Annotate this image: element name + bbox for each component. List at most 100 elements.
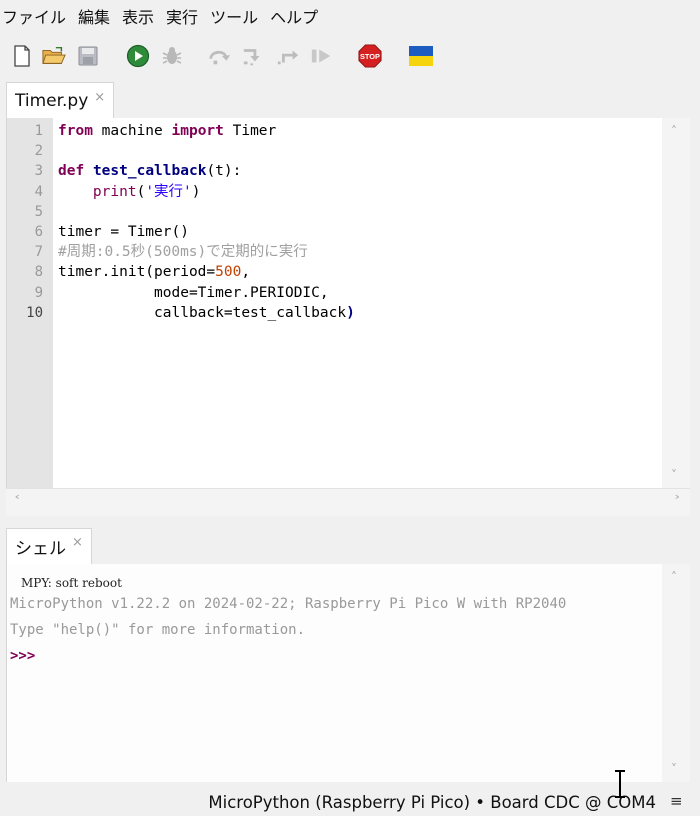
svg-text:STOP: STOP — [360, 52, 380, 61]
code-line[interactable] — [58, 202, 355, 222]
code-token: timer.init(period= — [58, 264, 216, 281]
menu-view[interactable]: 表示 — [122, 4, 160, 28]
close-icon[interactable]: × — [94, 90, 105, 105]
scroll-down-icon[interactable]: ˅ — [671, 762, 677, 776]
step-out-button[interactable] — [276, 44, 300, 68]
step-into-button[interactable] — [242, 44, 266, 68]
editor-tab-strip: Timer.py × — [0, 82, 700, 119]
code-token: mode=Timer.PERIODIC, — [58, 284, 329, 301]
stop-icon: STOP — [358, 44, 382, 68]
line-number: 3 — [34, 163, 43, 180]
toolbar: STOP — [0, 38, 700, 74]
tab-label: シェル — [15, 539, 66, 559]
scroll-left-icon[interactable]: ˂ — [14, 495, 21, 510]
code-token: Timer — [223, 123, 277, 139]
code-token: #周期:0.5秒(500ms)で定期的に実行 — [58, 244, 308, 261]
tab-label: Timer.py — [15, 91, 89, 111]
save-icon — [78, 46, 98, 66]
code-token: test_callback — [92, 163, 207, 180]
code-token: callback=test_callback — [58, 304, 347, 321]
scroll-up-icon[interactable]: ˄ — [671, 124, 677, 138]
code-token: print — [92, 183, 137, 200]
code-line[interactable]: timer = Timer() — [58, 222, 355, 242]
hamburger-menu-icon[interactable]: ≡ — [670, 792, 683, 810]
micropython-banner: MicroPython v1.22.2 on 2024-02-22; Raspb… — [10, 596, 567, 612]
new-file-icon — [14, 45, 30, 67]
code-token: 500 — [215, 264, 242, 281]
code-token: ) — [346, 304, 355, 321]
scroll-up-icon[interactable]: ˄ — [671, 570, 677, 584]
code-line[interactable]: #周期:0.5秒(500ms)で定期的に実行 — [58, 242, 355, 262]
step-out-icon — [277, 50, 299, 65]
scroll-right-icon[interactable]: ˃ — [674, 495, 681, 510]
line-number: 10 — [26, 304, 43, 321]
help-hint: Type "help()" for more information. — [10, 622, 306, 638]
ukraine-flag-button[interactable] — [408, 44, 434, 68]
ukraine-flag-icon — [409, 46, 433, 66]
save-button[interactable] — [76, 44, 100, 68]
shell-vertical-scrollbar[interactable]: ˄ ˅ — [662, 564, 690, 782]
code-line[interactable]: def test_callback(t): — [58, 161, 355, 181]
close-icon[interactable]: × — [72, 535, 83, 550]
editor-vertical-scrollbar[interactable]: ˄ ˅ — [662, 118, 690, 488]
code-token: import — [171, 123, 224, 139]
code-editor[interactable]: 1 2 3 4 5 6 7 8 9 10 from machine import Timer de… — [6, 118, 662, 488]
code-line[interactable] — [58, 141, 355, 161]
line-number-gutter: 1 2 3 4 5 6 7 8 9 10 — [7, 118, 53, 488]
code-token: timer = Timer() — [58, 223, 189, 240]
new-file-button[interactable] — [10, 44, 34, 68]
line-number: 7 — [34, 244, 43, 261]
code-token: ( — [136, 183, 146, 200]
line-number: 2 — [34, 143, 43, 160]
step-over-icon — [209, 50, 231, 65]
stop-button[interactable]: STOP — [358, 44, 382, 68]
line-number: 4 — [34, 183, 43, 200]
code-line[interactable]: callback=test_callback) — [58, 303, 355, 323]
tab-shell[interactable]: シェル × — [6, 528, 92, 564]
menu-bar: ファイル 編集 表示 実行 ツール ヘルプ — [0, 0, 700, 32]
open-folder-icon — [42, 46, 66, 64]
open-file-button[interactable] — [42, 44, 66, 68]
debug-button[interactable] — [160, 44, 184, 68]
run-button[interactable] — [126, 44, 150, 68]
tab-timer-py[interactable]: Timer.py × — [6, 82, 115, 119]
menu-file[interactable]: ファイル — [2, 4, 72, 28]
menu-edit[interactable]: 編集 — [78, 4, 116, 28]
shell-console[interactable]: MPY: soft reboot MicroPython v1.22.2 on … — [6, 564, 662, 782]
code-token: machine — [92, 123, 172, 139]
line-number: 5 — [34, 203, 43, 220]
status-bar: MicroPython (Raspberry Pi Pico) • Board … — [0, 790, 700, 816]
run-icon — [126, 44, 150, 68]
code-token: '実行' — [145, 183, 192, 200]
code-line[interactable]: from machine import Timer — [58, 121, 355, 141]
code-token: def — [58, 163, 85, 180]
code-token: (t): — [206, 163, 242, 180]
shell-tab-strip: シェル × — [0, 528, 700, 564]
soft-reboot-line: MPY: soft reboot — [21, 576, 122, 590]
menu-run[interactable]: 実行 — [166, 4, 204, 28]
editor-horizontal-scrollbar[interactable]: ˂ ˃ — [6, 488, 690, 516]
code-token: , — [241, 264, 251, 281]
code-line[interactable]: print('実行') — [58, 182, 355, 202]
menu-tools[interactable]: ツール — [210, 4, 264, 28]
debug-icon — [162, 47, 182, 64]
scroll-down-icon[interactable]: ˅ — [671, 468, 677, 482]
line-number: 1 — [34, 123, 43, 139]
line-number: 8 — [34, 264, 43, 281]
code-token: ) — [191, 183, 201, 200]
code-token: from — [58, 123, 93, 139]
code-area[interactable]: from machine import Timer def test_callb… — [58, 121, 355, 323]
resume-button[interactable] — [310, 44, 334, 68]
line-number: 9 — [34, 284, 43, 301]
shell-prompt[interactable]: >>> — [10, 648, 35, 664]
text-cursor-icon — [615, 770, 625, 798]
code-line[interactable]: timer.init(period=500, — [58, 262, 355, 282]
code-line[interactable]: mode=Timer.PERIODIC, — [58, 283, 355, 303]
menu-help[interactable]: ヘルプ — [270, 4, 324, 28]
interpreter-status[interactable]: MicroPython (Raspberry Pi Pico) • Board … — [208, 793, 656, 812]
step-into-icon — [243, 49, 260, 66]
line-number: 6 — [34, 224, 43, 240]
step-over-button[interactable] — [208, 44, 232, 68]
